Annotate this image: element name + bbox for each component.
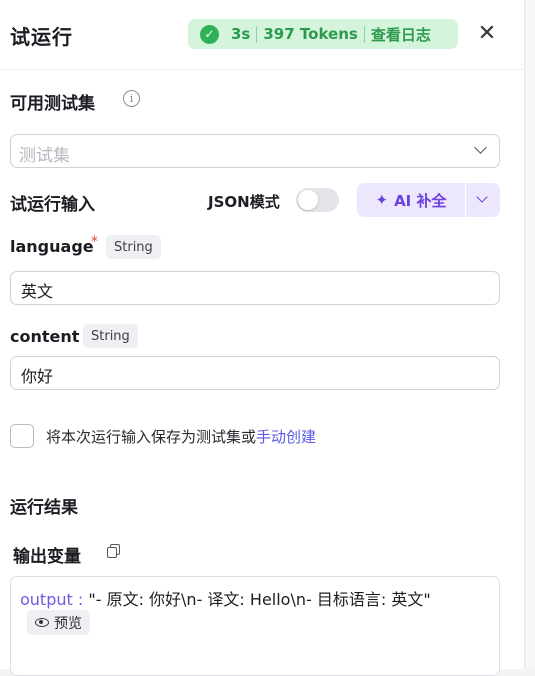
chevron-down-icon [474, 141, 487, 154]
check-circle-icon: ✓ [200, 24, 219, 44]
panel-header: 试运行 ✓ 3s 397 Tokens 查看日志 ✕ [0, 0, 525, 70]
output-key: output : [20, 590, 84, 609]
token-count: 397 Tokens [263, 25, 358, 43]
close-icon[interactable]: ✕ [474, 20, 500, 46]
type-tag-language: String [106, 235, 161, 259]
status-divider [363, 25, 365, 43]
preview-label: 预览 [54, 615, 82, 632]
field-name-content: content [10, 327, 80, 346]
language-input[interactable]: 英文 [10, 271, 500, 305]
output-line: output : "- 原文: 你好\n- 译文: Hello\n- 目标语言:… [20, 586, 431, 610]
output-panel: output : "- 原文: 你好\n- 译文: Hello\n- 目标语言:… [10, 576, 500, 676]
scrollbar[interactable] [526, 0, 535, 669]
output-value: "- 原文: 你好\n- 译文: Hello\n- 目标语言: 英文" [88, 590, 431, 609]
copy-icon-front [107, 547, 117, 558]
panel-title: 试运行 [10, 25, 73, 49]
field-name-language: language [10, 237, 94, 256]
preview-button[interactable]: 预览 [27, 610, 90, 635]
chevron-down-icon [476, 191, 488, 203]
save-as-test-set-checkbox[interactable] [10, 424, 34, 448]
test-set-label: 可用测试集 [10, 94, 95, 114]
view-log-link[interactable]: 查看日志 [371, 24, 431, 45]
content-input[interactable]: 你好 [10, 356, 500, 390]
toggle-knob [298, 190, 318, 210]
info-icon[interactable]: i [123, 90, 140, 107]
required-marker: * [91, 234, 98, 250]
ai-complete-button[interactable]: ✦ AI 补全 [357, 183, 465, 217]
run-status-badge: ✓ 3s 397 Tokens 查看日志 [188, 19, 458, 49]
run-result-label: 运行结果 [10, 498, 78, 518]
json-mode-label: JSON模式 [208, 193, 280, 211]
eye-icon [35, 618, 49, 627]
status-divider [256, 25, 258, 43]
copy-icon[interactable] [107, 544, 122, 559]
save-as-test-set-label: 将本次运行输入保存为测试集或 [46, 428, 257, 446]
test-set-select[interactable]: 测试集 [10, 134, 500, 168]
save-as-test-set-text: 将本次运行输入保存为测试集或手动创建 [46, 426, 316, 447]
type-tag-content: String [83, 324, 138, 348]
test-set-placeholder: 测试集 [19, 146, 70, 166]
run-duration: 3s [231, 25, 251, 43]
output-variables-label: 输出变量 [13, 547, 81, 567]
sparkle-icon: ✦ [375, 191, 389, 209]
ai-complete-label: AI 补全 [394, 191, 447, 210]
manual-create-link[interactable]: 手动创建 [256, 428, 316, 446]
test-run-panel: 试运行 ✓ 3s 397 Tokens 查看日志 ✕ 可用测试集 i 测试集 试… [0, 0, 525, 676]
run-input-label: 试运行输入 [10, 195, 95, 215]
json-mode-toggle[interactable] [296, 188, 339, 212]
ai-complete-dropdown[interactable] [466, 183, 500, 217]
